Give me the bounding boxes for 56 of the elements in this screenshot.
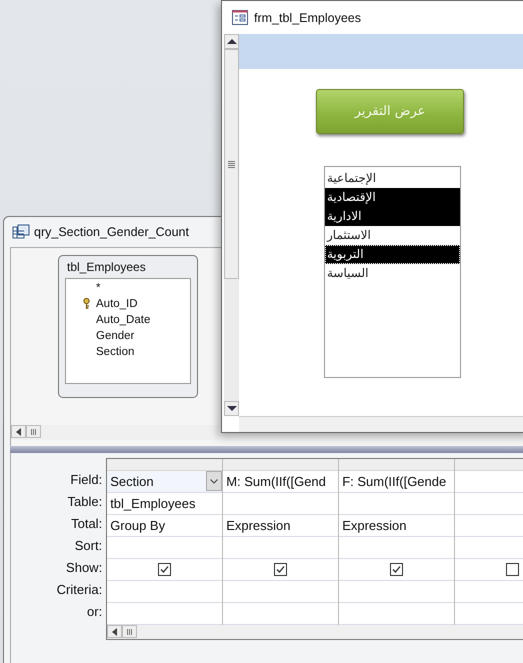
grid-cell[interactable]: tbl_Employees xyxy=(107,493,222,515)
row-label: or: xyxy=(86,603,102,621)
row-label: Show: xyxy=(65,559,102,577)
cell-text: M: Sum(IIf([Gend xyxy=(226,474,326,489)
scroll-thumb[interactable] xyxy=(26,425,41,438)
scroll-down-icon[interactable] xyxy=(224,401,239,416)
list-item[interactable]: الإجتماعية xyxy=(325,169,460,188)
checkbox[interactable] xyxy=(158,563,172,576)
row-label: Criteria: xyxy=(56,581,102,599)
scroll-thumb[interactable] xyxy=(122,625,138,638)
list-item[interactable]: الاستثمار xyxy=(325,226,460,245)
field-name[interactable]: * xyxy=(96,282,100,294)
checkbox[interactable] xyxy=(506,563,520,576)
scroll-up-icon[interactable] xyxy=(224,34,239,49)
field-name[interactable]: Auto_Date xyxy=(96,314,150,326)
grid-cell[interactable]: F: Sum(IIf([Gende xyxy=(339,471,454,493)
field-name[interactable]: Gender xyxy=(96,330,134,342)
field-name[interactable]: Auto_ID xyxy=(96,298,138,310)
cell-text: Section xyxy=(110,474,154,489)
window-title: qry_Section_Gender_Count xyxy=(34,225,189,239)
scroll-thumb[interactable] xyxy=(224,49,239,279)
row-label: Total: xyxy=(70,515,102,533)
scroll-left-icon[interactable] xyxy=(11,425,26,438)
field-name[interactable]: Section xyxy=(96,346,134,358)
table-box[interactable]: tbl_Employees * Auto_ID Auto_Date Gender Section xyxy=(58,255,198,398)
column-selector[interactable] xyxy=(339,459,454,471)
grid-cell[interactable]: Expression xyxy=(339,515,454,537)
cell-text: Group By xyxy=(110,518,166,533)
list-item[interactable]: التربوية xyxy=(325,245,460,264)
list-item[interactable]: الادارية xyxy=(325,207,460,226)
grid-cell[interactable]: M: Sum(IIf([Gend xyxy=(223,471,338,493)
cell-text: F: Sum(IIf([Gende xyxy=(342,474,446,489)
table-name: tbl_Employees xyxy=(67,260,146,274)
horizontal-scrollbar[interactable] xyxy=(107,625,523,639)
grid-cell[interactable]: Group By xyxy=(107,515,222,537)
row-label: Table: xyxy=(66,493,102,511)
form-icon xyxy=(232,10,248,25)
horizontal-scrollbar[interactable] xyxy=(11,425,219,440)
window-title: frm_tbl_Employees xyxy=(254,10,361,24)
checkbox[interactable] xyxy=(390,563,404,576)
cell-text: Expression xyxy=(342,518,406,533)
row-label: Field: xyxy=(69,471,102,489)
vertical-scrollbar[interactable] xyxy=(224,34,239,416)
cell-text: Expression xyxy=(226,518,290,533)
grid-cell[interactable]: Section xyxy=(107,471,222,493)
cell-text: tbl_Employees xyxy=(110,496,196,511)
query-icon xyxy=(12,224,30,240)
list-item[interactable]: الإقتصادية xyxy=(325,188,460,207)
grid-cell[interactable]: Expression xyxy=(223,515,338,537)
horizontal-scrollbar[interactable] xyxy=(239,416,523,432)
pane-splitter[interactable] xyxy=(10,446,523,453)
list-item[interactable]: السياسة xyxy=(325,264,460,283)
row-label: Sort: xyxy=(74,537,102,555)
checkbox[interactable] xyxy=(274,563,288,576)
scroll-left-icon[interactable] xyxy=(107,625,122,638)
dropdown-caret-icon[interactable] xyxy=(206,471,222,491)
